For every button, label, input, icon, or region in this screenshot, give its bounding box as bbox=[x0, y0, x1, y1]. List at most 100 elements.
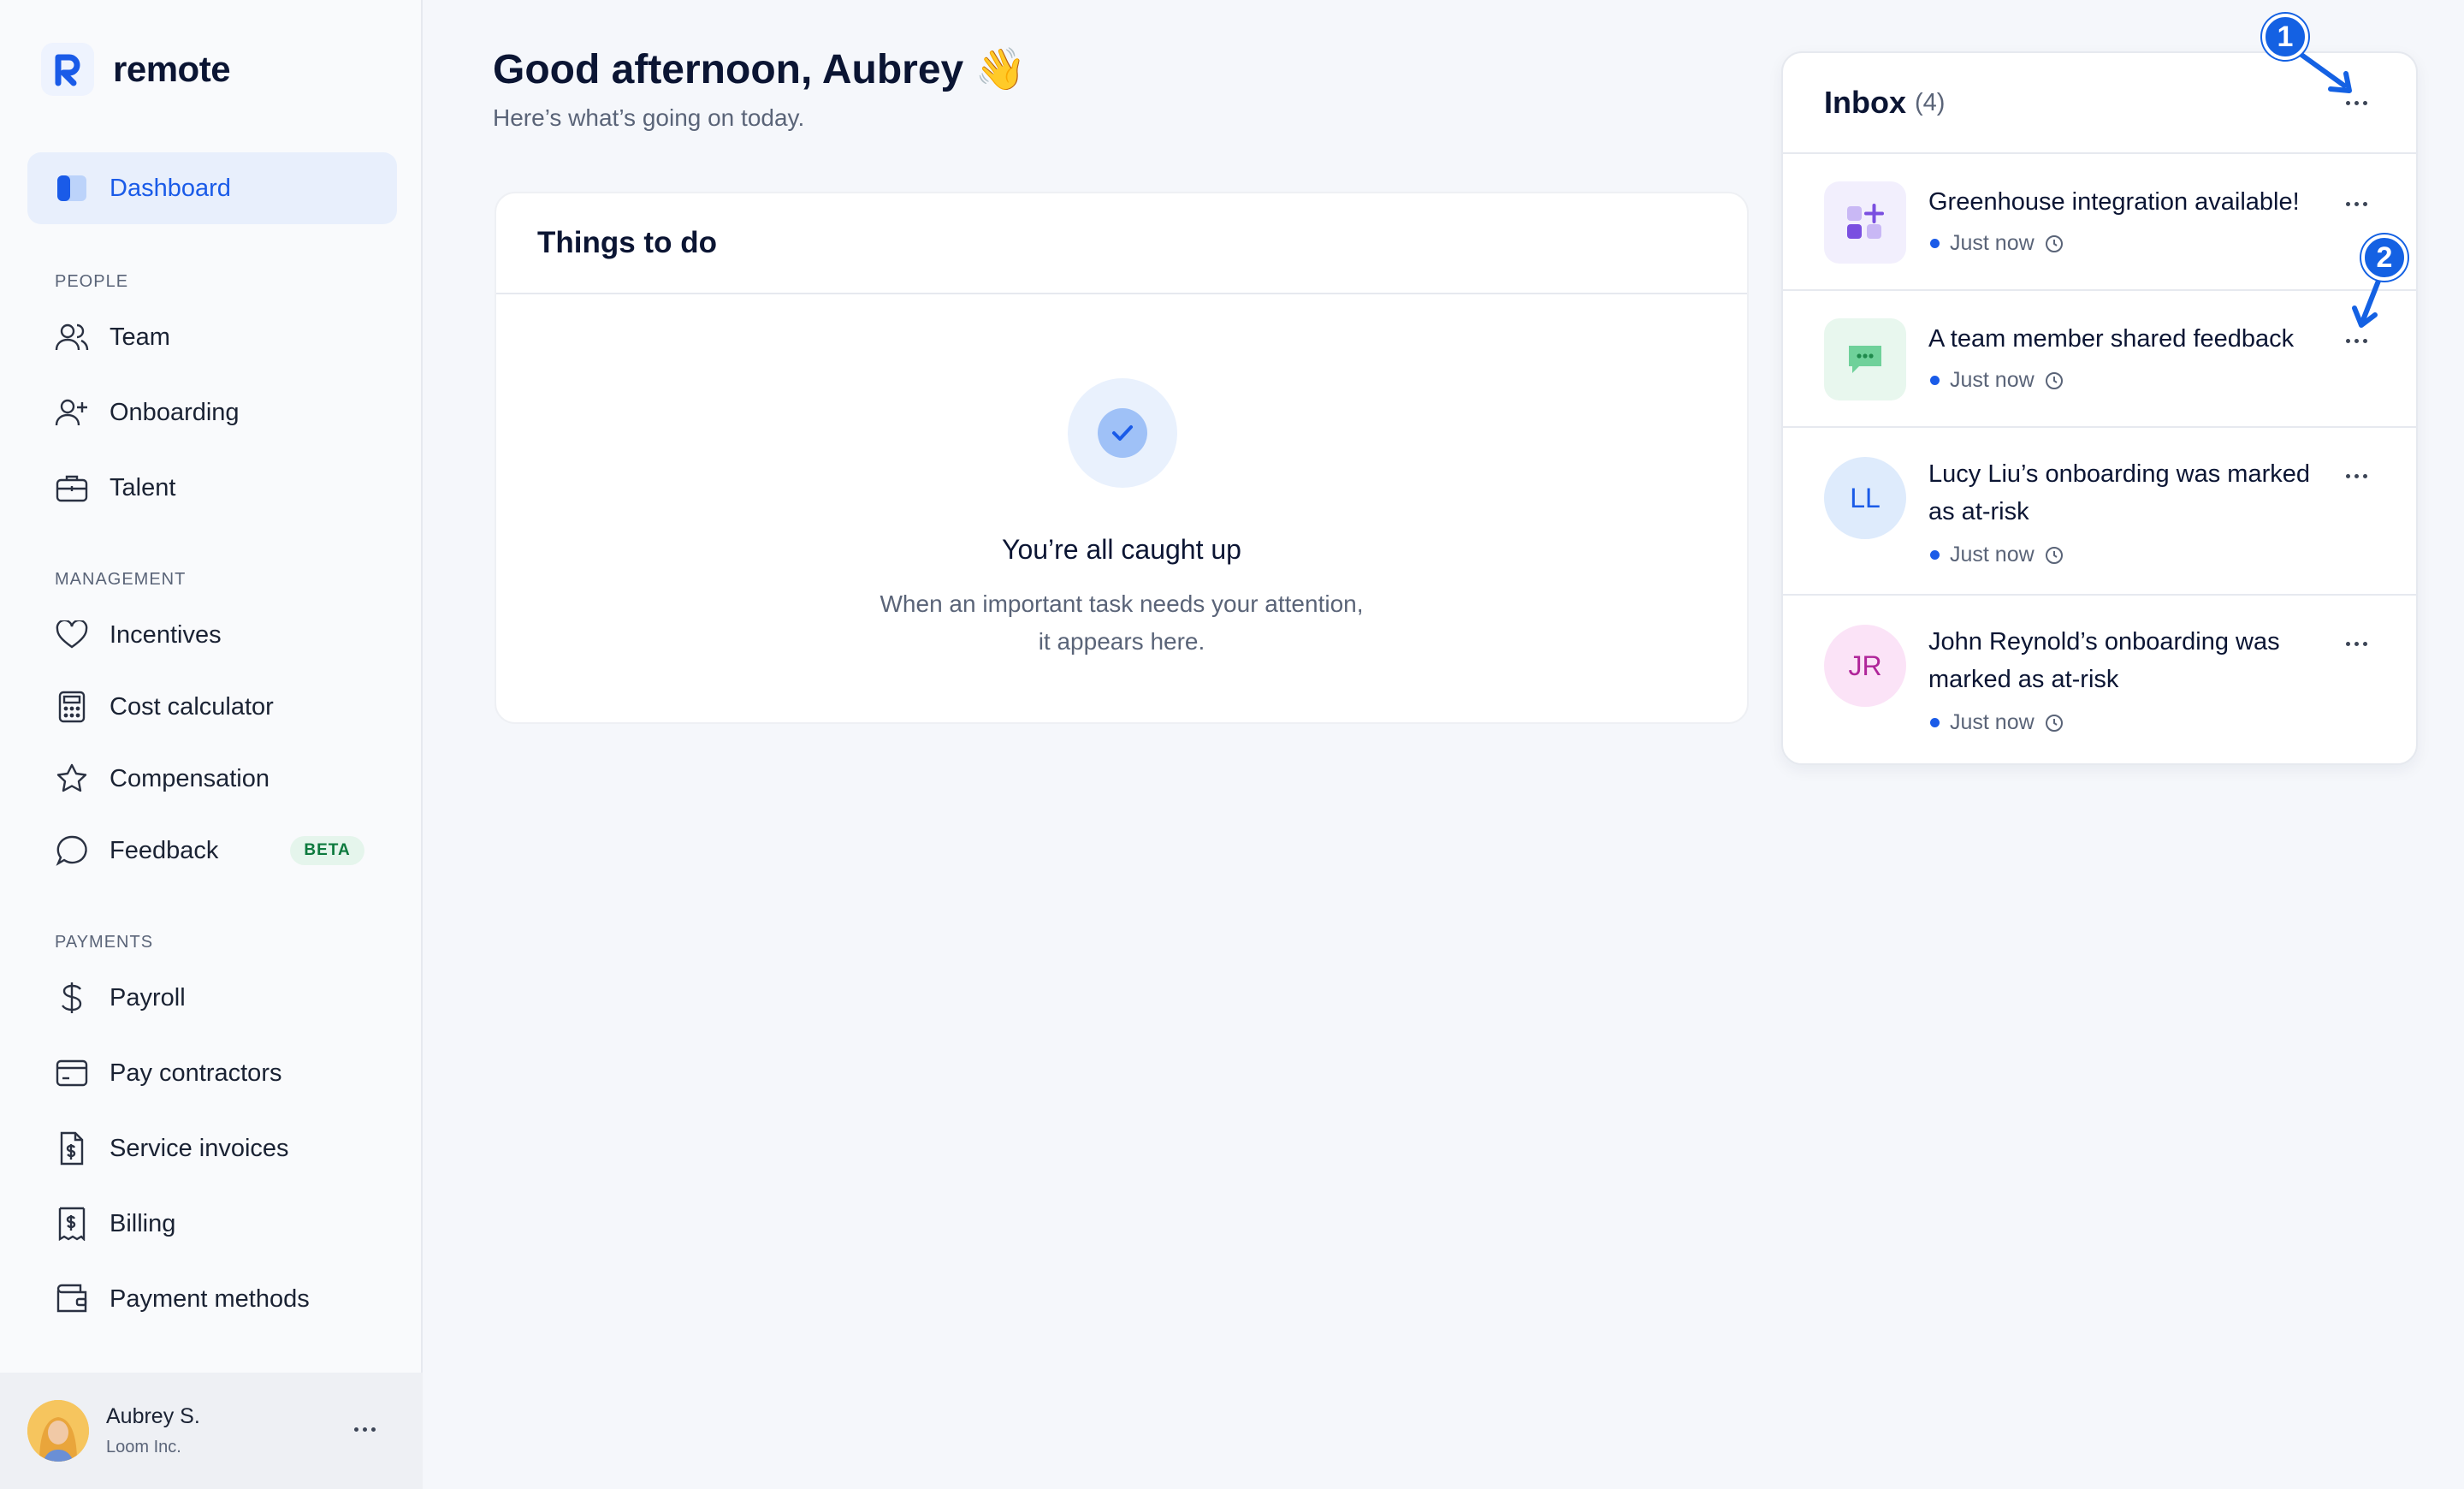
time-label: Just now bbox=[1950, 368, 2035, 392]
sidebar-item-payroll[interactable]: Payroll bbox=[27, 962, 397, 1034]
things-to-do-card: Things to do You’re all caught up When a… bbox=[495, 192, 1749, 724]
users-icon bbox=[55, 320, 89, 354]
inbox-item-time: Just now bbox=[1930, 368, 2064, 393]
heart-icon bbox=[55, 618, 89, 652]
inbox-item[interactable]: JR John Reynold’s onboarding was marked … bbox=[1783, 596, 2416, 763]
credit-card-icon bbox=[55, 1056, 89, 1090]
speech-bubble-icon bbox=[55, 833, 89, 868]
sidebar-item-label: Payment methods bbox=[110, 1284, 310, 1313]
unread-dot bbox=[1930, 239, 1940, 248]
invoice-dollar-icon bbox=[55, 1131, 89, 1166]
empty-state-title: You’re all caught up bbox=[1002, 534, 1241, 565]
chat-bubble-icon bbox=[1824, 318, 1906, 400]
inbox-item[interactable]: A team member shared feedback Just now bbox=[1783, 291, 2416, 428]
sidebar: remote Dashboard PEOPLE Team Onboarding … bbox=[0, 0, 423, 1489]
sidebar-item-label: Service invoices bbox=[110, 1134, 289, 1162]
inbox-item-time: Just now bbox=[1930, 231, 2064, 256]
inbox-panel: Inbox (4) Greenhouse integration availab… bbox=[1781, 51, 2418, 765]
inbox-item[interactable]: LL Lucy Liu’s onboarding was marked as a… bbox=[1783, 428, 2416, 596]
inbox-item-more-icon[interactable] bbox=[2346, 339, 2367, 343]
sidebar-item-label: Cost calculator bbox=[110, 692, 274, 721]
annotation-badge-1: 1 bbox=[2262, 14, 2308, 60]
clock-icon bbox=[2045, 234, 2063, 252]
inbox-item-text: Lucy Liu’s onboarding was marked as at-r… bbox=[1928, 455, 2331, 531]
inbox-item[interactable]: Greenhouse integration available! Just n… bbox=[1783, 154, 2416, 291]
sidebar-item-billing[interactable]: Billing bbox=[27, 1188, 397, 1260]
user-profile[interactable]: Aubrey S. Loom Inc. bbox=[0, 1373, 423, 1489]
unread-dot bbox=[1930, 718, 1940, 727]
sidebar-item-feedback[interactable]: Feedback BETA bbox=[27, 815, 397, 887]
inbox-item-time: Just now bbox=[1930, 710, 2064, 735]
remote-logo-icon bbox=[41, 43, 94, 96]
dashboard-icon bbox=[55, 171, 89, 205]
sidebar-item-label: Payroll bbox=[110, 983, 186, 1011]
sidebar-item-talent[interactable]: Talent bbox=[27, 452, 397, 524]
sidebar-item-payment-methods[interactable]: Payment methods bbox=[27, 1263, 397, 1335]
inbox-item-line: as at-risk bbox=[1928, 498, 2029, 525]
inbox-item-text: Greenhouse integration available! bbox=[1928, 188, 2300, 216]
sidebar-item-team[interactable]: Team bbox=[27, 301, 397, 373]
sidebar-item-cost-calculator[interactable]: Cost calculator bbox=[27, 671, 397, 743]
inbox-item-text: John Reynold’s onboarding was marked as … bbox=[1928, 623, 2331, 698]
sidebar-item-service-invoices[interactable]: Service invoices bbox=[27, 1112, 397, 1184]
empty-state-line: it appears here. bbox=[1038, 628, 1205, 655]
user-menu-more-icon[interactable] bbox=[354, 1427, 376, 1432]
sidebar-item-label: Feedback bbox=[110, 836, 219, 864]
inbox-item-time: Just now bbox=[1930, 543, 2064, 567]
things-to-do-title: Things to do bbox=[496, 193, 1747, 294]
section-label-payments: PAYMENTS bbox=[55, 933, 154, 952]
sidebar-item-pay-contractors[interactable]: Pay contractors bbox=[27, 1037, 397, 1109]
clock-icon bbox=[2045, 546, 2063, 564]
inbox-count: (4) bbox=[1915, 88, 1946, 116]
sidebar-item-onboarding[interactable]: Onboarding bbox=[27, 377, 397, 448]
user-company: Loom Inc. bbox=[106, 1438, 181, 1456]
unread-dot bbox=[1930, 376, 1940, 385]
sidebar-item-label: Compensation bbox=[110, 764, 270, 792]
sidebar-item-label: Pay contractors bbox=[110, 1059, 282, 1087]
apps-plus-icon bbox=[1824, 181, 1906, 264]
user-plus-icon bbox=[55, 395, 89, 430]
inbox-item-line: marked as at-risk bbox=[1928, 666, 2119, 693]
sidebar-item-compensation[interactable]: Compensation bbox=[27, 743, 397, 815]
annotation-badge-2: 2 bbox=[2361, 234, 2408, 281]
brand-name: remote bbox=[113, 49, 231, 89]
inbox-item-more-icon[interactable] bbox=[2346, 642, 2367, 646]
sidebar-item-label: Team bbox=[110, 323, 170, 351]
receipt-icon bbox=[55, 1207, 89, 1241]
inbox-more-icon[interactable] bbox=[2346, 101, 2367, 105]
inbox-item-line: Lucy Liu’s onboarding was marked bbox=[1928, 460, 2311, 488]
brand-logo[interactable]: remote bbox=[41, 43, 231, 96]
beta-badge: BETA bbox=[290, 836, 364, 865]
sidebar-item-label: Billing bbox=[110, 1209, 176, 1237]
star-icon bbox=[55, 762, 89, 796]
time-label: Just now bbox=[1950, 231, 2035, 255]
briefcase-icon bbox=[55, 471, 89, 505]
clock-icon bbox=[2045, 714, 2063, 732]
inbox-title: Inbox bbox=[1824, 85, 1906, 120]
time-label: Just now bbox=[1950, 710, 2035, 734]
sidebar-item-label: Talent bbox=[110, 473, 176, 501]
page-title: Good afternoon, Aubrey 👋 bbox=[493, 47, 1027, 92]
unread-dot bbox=[1930, 550, 1940, 560]
clock-icon bbox=[2045, 371, 2063, 389]
sidebar-item-label: Incentives bbox=[110, 620, 222, 649]
sidebar-item-label: Dashboard bbox=[110, 174, 231, 202]
dollar-icon bbox=[55, 981, 89, 1015]
time-label: Just now bbox=[1950, 543, 2035, 567]
wallet-icon bbox=[55, 1282, 89, 1316]
sidebar-item-incentives[interactable]: Incentives bbox=[27, 599, 397, 671]
inbox-item-more-icon[interactable] bbox=[2346, 474, 2367, 478]
empty-state-description: When an important task needs your attent… bbox=[496, 585, 1747, 661]
avatar-initials: JR bbox=[1824, 625, 1906, 707]
empty-state-line: When an important task needs your attent… bbox=[880, 590, 1364, 617]
inbox-item-line: John Reynold’s onboarding was bbox=[1928, 628, 2280, 656]
check-circle-icon bbox=[1068, 378, 1177, 488]
page-subtitle: Here’s what’s going on today. bbox=[493, 104, 805, 131]
inbox-item-more-icon[interactable] bbox=[2346, 202, 2367, 206]
inbox-item-text: A team member shared feedback bbox=[1928, 325, 2295, 353]
inbox-header: Inbox (4) bbox=[1783, 53, 2416, 154]
sidebar-item-label: Onboarding bbox=[110, 398, 240, 426]
sidebar-item-dashboard[interactable]: Dashboard bbox=[27, 152, 397, 224]
section-label-people: PEOPLE bbox=[55, 272, 129, 291]
user-name: Aubrey S. bbox=[106, 1404, 200, 1428]
